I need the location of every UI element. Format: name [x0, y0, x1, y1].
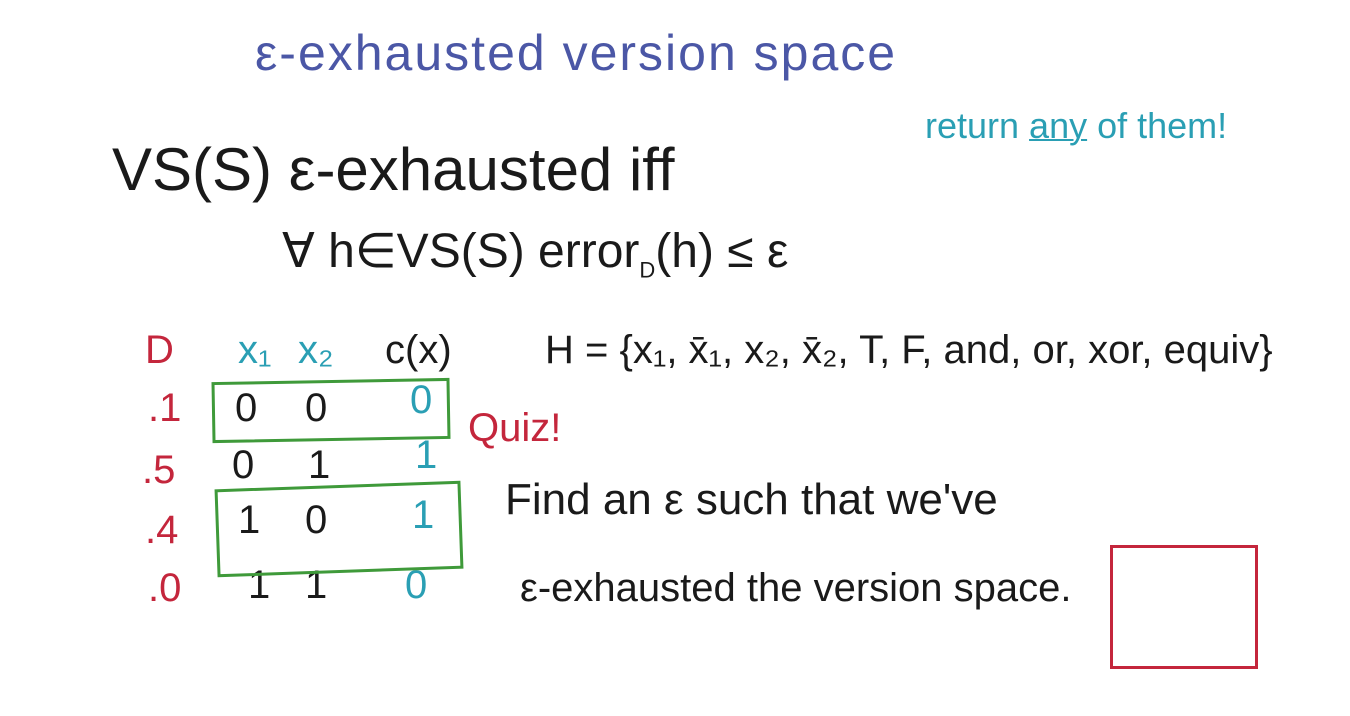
- condition: ∀ h∈VS(S) errorD(h) ≤ ε: [282, 228, 788, 282]
- slide-title: ε-exhausted version space: [255, 25, 898, 81]
- row-d: .1: [148, 386, 182, 430]
- condition-post: (h) ≤ ε: [655, 225, 789, 278]
- aside-note: return any of them!: [925, 108, 1227, 144]
- row-x2: 1: [308, 443, 331, 487]
- aside-prefix: return: [925, 105, 1030, 146]
- row-c: 1: [415, 433, 438, 477]
- header-x2: x₂: [298, 328, 334, 372]
- aside-emphasis: any: [1029, 105, 1088, 146]
- row-d: .0: [148, 566, 182, 610]
- row-c: 0: [405, 563, 428, 607]
- row-d: .4: [145, 508, 179, 552]
- highlight-row-1: [211, 377, 451, 444]
- row-x1: 0: [232, 443, 255, 487]
- header-c: c(x): [385, 328, 452, 372]
- answer-box[interactable]: [1110, 545, 1258, 669]
- row-d: .5: [142, 448, 176, 492]
- definition: VS(S) ε-exhausted iff: [112, 136, 675, 203]
- aside-suffix: of them!: [1087, 105, 1228, 146]
- condition-pre: ∀ h∈VS(S) error: [282, 225, 640, 278]
- header-x1: x₁: [238, 328, 272, 372]
- prompt-line-1: Find an ε such that we've: [505, 475, 998, 524]
- prompt-line-2: ε-exhausted the version space.: [520, 566, 1072, 610]
- hypothesis-set: H = {x₁, x̄₁, x₂, x̄₂, T, F, and, or, xo…: [545, 328, 1273, 372]
- quiz-label: Quiz!: [468, 406, 562, 450]
- highlight-row-3: [214, 480, 464, 578]
- condition-sub: D: [639, 257, 656, 283]
- header-d: D: [145, 328, 174, 372]
